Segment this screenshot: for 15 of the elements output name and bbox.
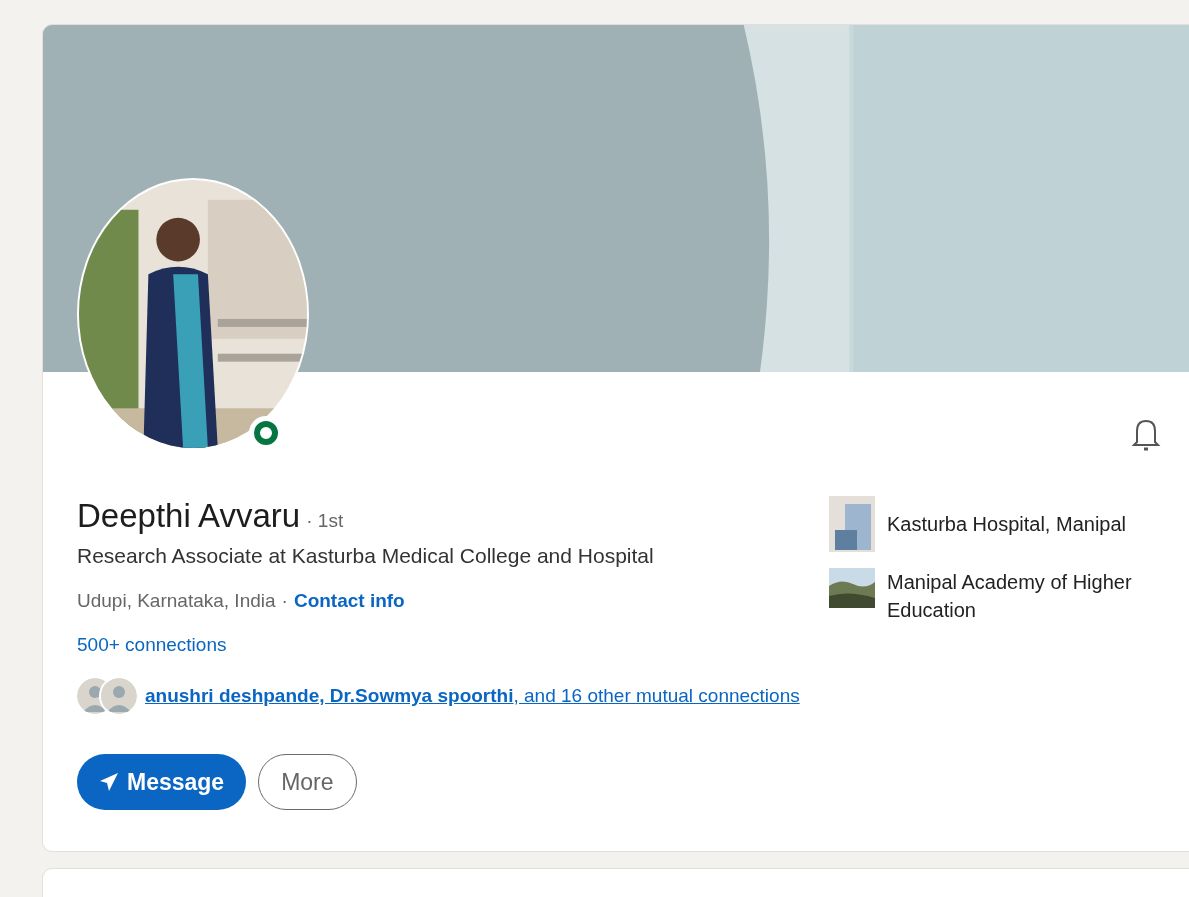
more-button[interactable]: More bbox=[258, 754, 357, 810]
headline: Research Associate at Kasturba Medical College and Hospital bbox=[77, 543, 655, 569]
affiliation-name[interactable]: Kasturba Hospital, Manipal bbox=[887, 496, 1157, 538]
contact-info-link[interactable]: Contact info bbox=[293, 586, 405, 616]
affiliation-name[interactable]: Manipal Academy of Higher Education bbox=[887, 568, 1157, 624]
connection-degree: · 1st bbox=[306, 509, 344, 533]
message-button[interactable]: Message bbox=[77, 754, 247, 810]
building-logo-icon bbox=[829, 496, 875, 552]
location: Udupi, Karnataka, India bbox=[77, 589, 276, 613]
send-icon bbox=[99, 772, 119, 792]
separator: · bbox=[281, 589, 288, 613]
avatar-icon bbox=[101, 678, 137, 714]
profile-name: Deepthi Avvaru bbox=[77, 496, 301, 536]
mutual-connections-link[interactable]: anushri deshpande, Dr.Sowmya spoorthi, and 16 other mutual connections bbox=[145, 681, 800, 711]
connections-link[interactable]: 500+ connections bbox=[77, 630, 829, 660]
